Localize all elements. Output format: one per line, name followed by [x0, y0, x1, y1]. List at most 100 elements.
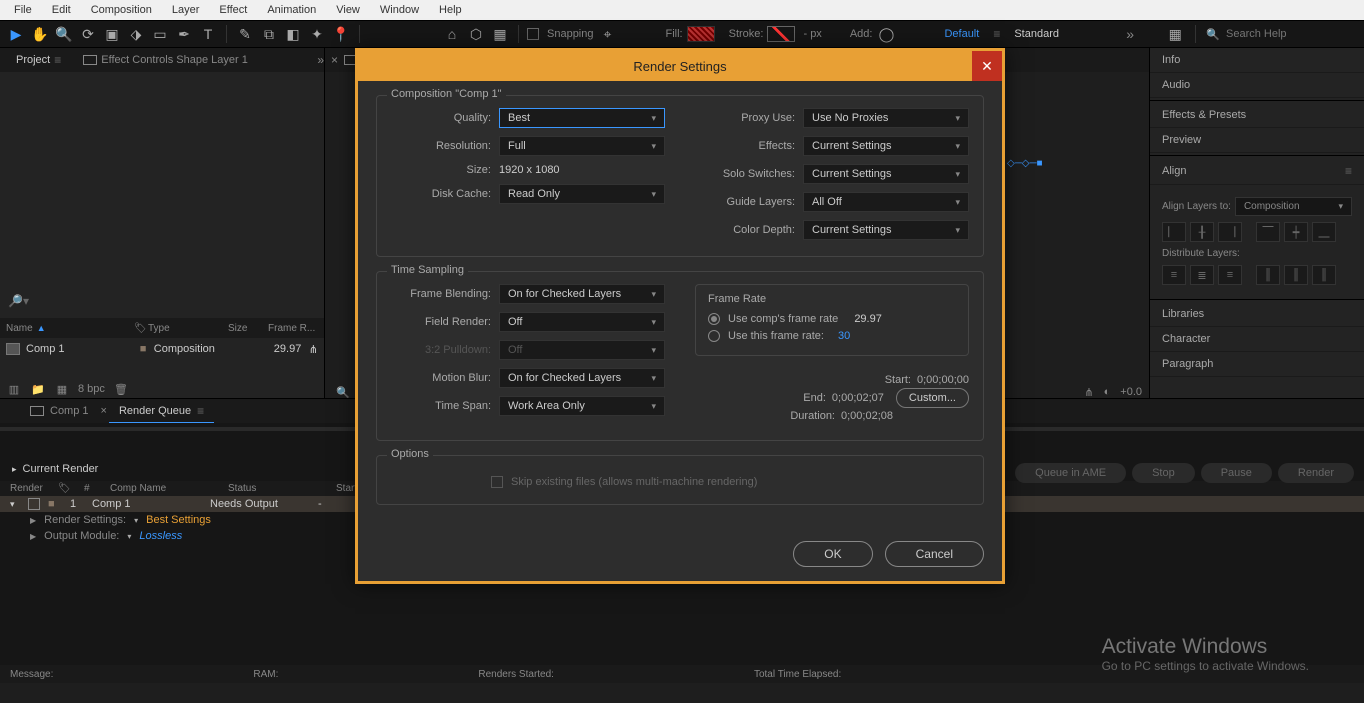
panel-libraries[interactable]: Libraries — [1150, 302, 1364, 327]
custom-button[interactable]: Custom... — [896, 388, 969, 408]
trash-icon[interactable]: 🗑 — [113, 382, 129, 396]
disclosure-icon[interactable]: ▸ — [12, 464, 17, 475]
shape-tool-icon[interactable]: ▭ — [150, 24, 170, 44]
motion-blur-select[interactable]: On for Checked Layers▾ — [499, 368, 665, 388]
queue-ame-button[interactable]: Queue in AME — [1015, 463, 1126, 483]
panel-menu-icon[interactable]: ≡ — [197, 404, 204, 418]
output-module-link[interactable]: Lossless — [139, 530, 182, 542]
cancel-button[interactable]: Cancel — [885, 541, 984, 567]
dropdown-icon[interactable]: ▾ — [134, 516, 138, 525]
stroke-width[interactable]: - px — [803, 28, 821, 40]
exposure-icon[interactable]: ◐ — [1104, 386, 1111, 398]
menu-edit[interactable]: Edit — [42, 4, 81, 16]
render-settings-link[interactable]: Best Settings — [146, 514, 211, 526]
workspace-default[interactable]: Default — [934, 24, 989, 44]
tab-render-queue[interactable]: Render Queue≡ — [109, 400, 214, 423]
align-top-icon[interactable]: ⎺ — [1256, 222, 1280, 242]
mesh-icon[interactable]: ▦ — [490, 24, 510, 44]
col-framerate[interactable]: Frame R... — [268, 323, 318, 334]
menu-layer[interactable]: Layer — [162, 4, 210, 16]
panel-align[interactable]: Align≡ — [1150, 158, 1364, 185]
panel-audio[interactable]: Audio — [1150, 73, 1364, 98]
col-type[interactable]: Type — [148, 323, 228, 334]
search-help-input[interactable] — [1226, 28, 1356, 40]
menu-file[interactable]: File — [4, 4, 42, 16]
field-render-select[interactable]: Off▾ — [499, 312, 665, 332]
panel-menu-icon[interactable]: ▦ — [1165, 24, 1185, 44]
panel-info[interactable]: Info — [1150, 48, 1364, 73]
dropdown-icon[interactable]: ▾ — [127, 532, 131, 541]
disk-cache-select[interactable]: Read Only▾ — [499, 184, 665, 204]
project-item-row[interactable]: Comp 1 ■ Composition 29.97 ⋔ — [6, 340, 318, 358]
interpret-icon[interactable]: ▥ — [6, 382, 22, 396]
panel-paragraph[interactable]: Paragraph — [1150, 352, 1364, 377]
align-vcenter-icon[interactable]: ┿ — [1284, 222, 1308, 242]
exposure-value[interactable]: +0.0 — [1120, 386, 1142, 398]
col-name[interactable]: Name▲ — [6, 323, 134, 334]
col-size[interactable]: Size — [228, 323, 268, 334]
workspace-overflow-icon[interactable]: » — [1126, 26, 1134, 42]
text-tool-icon[interactable]: T — [198, 24, 218, 44]
head-status[interactable]: Status — [228, 483, 328, 494]
color-depth-select[interactable]: Current Settings▾ — [803, 220, 969, 240]
new-comp-icon[interactable]: ▦ — [54, 382, 70, 396]
pen-tool-icon[interactable]: ✒ — [174, 24, 194, 44]
tab-comp1[interactable]: Comp 1 — [20, 401, 99, 421]
resolution-select[interactable]: Full▾ — [499, 136, 665, 156]
workspace-menu-icon[interactable]: ≡ — [993, 27, 1000, 41]
dialog-close-button[interactable]: ✕ — [972, 51, 1002, 81]
head-render[interactable]: Render — [10, 483, 50, 494]
proxy-use-select[interactable]: Use No Proxies▾ — [803, 108, 969, 128]
snap-sub-icon[interactable]: ⌖ — [598, 24, 618, 44]
workspace-standard[interactable]: Standard — [1004, 24, 1069, 44]
align-bottom-icon[interactable]: ⎽ — [1312, 222, 1336, 242]
align-target-select[interactable]: Composition▾ — [1235, 197, 1352, 216]
tab-project[interactable]: Project≡ — [6, 49, 71, 71]
add-menu-icon[interactable]: ◯ — [876, 24, 896, 44]
tag-icon[interactable]: 🏷 — [134, 323, 148, 334]
menu-window[interactable]: Window — [370, 4, 429, 16]
rotate-tool-icon[interactable]: ⟳ — [78, 24, 98, 44]
panel-menu-icon[interactable]: ≡ — [1345, 164, 1352, 178]
puppet-tool-icon[interactable]: 📍 — [331, 24, 351, 44]
ok-button[interactable]: OK — [793, 541, 872, 567]
tab-close-icon[interactable]: × — [101, 405, 107, 417]
menu-view[interactable]: View — [326, 4, 370, 16]
align-left-icon[interactable]: ⎸ — [1162, 222, 1186, 242]
home-icon[interactable]: ⌂ — [442, 24, 462, 44]
roto-tool-icon[interactable]: ✦ — [307, 24, 327, 44]
item-tag[interactable]: ■ — [140, 343, 154, 355]
dist-hcenter-icon[interactable]: ║ — [1284, 265, 1308, 285]
frame-rate-value[interactable]: 30 — [838, 330, 850, 342]
menu-composition[interactable]: Composition — [81, 4, 162, 16]
panel-preview[interactable]: Preview — [1150, 128, 1364, 153]
solo-switches-select[interactable]: Current Settings▾ — [803, 164, 969, 184]
tree-icon[interactable]: ⋔ — [1084, 386, 1093, 399]
graph-icon[interactable]: ⬡ — [466, 24, 486, 44]
use-this-fr-radio[interactable]: Use this frame rate:30 — [708, 330, 956, 342]
flowchart-icon[interactable]: ⋔ — [309, 343, 318, 356]
time-span-select[interactable]: Work Area Only▾ — [499, 396, 665, 416]
panel-effects-presets[interactable]: Effects & Presets — [1150, 103, 1364, 128]
dist-vcenter-icon[interactable]: ≣ — [1190, 265, 1214, 285]
menu-effect[interactable]: Effect — [209, 4, 257, 16]
item-tag[interactable]: ■ — [48, 498, 62, 510]
project-search-icon[interactable]: 🔎▾ — [8, 294, 29, 308]
menu-help[interactable]: Help — [429, 4, 472, 16]
head-tag-icon[interactable]: 🏷 — [58, 483, 76, 494]
disclosure-icon[interactable]: ▶ — [30, 532, 36, 541]
stroke-swatch[interactable] — [767, 26, 795, 42]
hand-tool-icon[interactable]: ✋ — [30, 24, 50, 44]
quality-select[interactable]: Best▾ — [499, 108, 665, 128]
zoom-tool-icon[interactable]: 🔍 — [54, 24, 74, 44]
dist-right-icon[interactable]: ║ — [1312, 265, 1336, 285]
use-comp-fr-radio[interactable]: Use comp's frame rate29.97 — [708, 313, 956, 325]
effects-select[interactable]: Current Settings▾ — [803, 136, 969, 156]
tabs-overflow-icon[interactable]: » — [317, 53, 324, 67]
bpc-label[interactable]: 8 bpc — [78, 383, 105, 395]
clone-tool-icon[interactable]: ⧉ — [259, 24, 279, 44]
stop-button[interactable]: Stop — [1132, 463, 1195, 483]
align-hcenter-icon[interactable]: ╂ — [1190, 222, 1214, 242]
panel-character[interactable]: Character — [1150, 327, 1364, 352]
tab-close-icon[interactable]: × — [331, 53, 338, 67]
